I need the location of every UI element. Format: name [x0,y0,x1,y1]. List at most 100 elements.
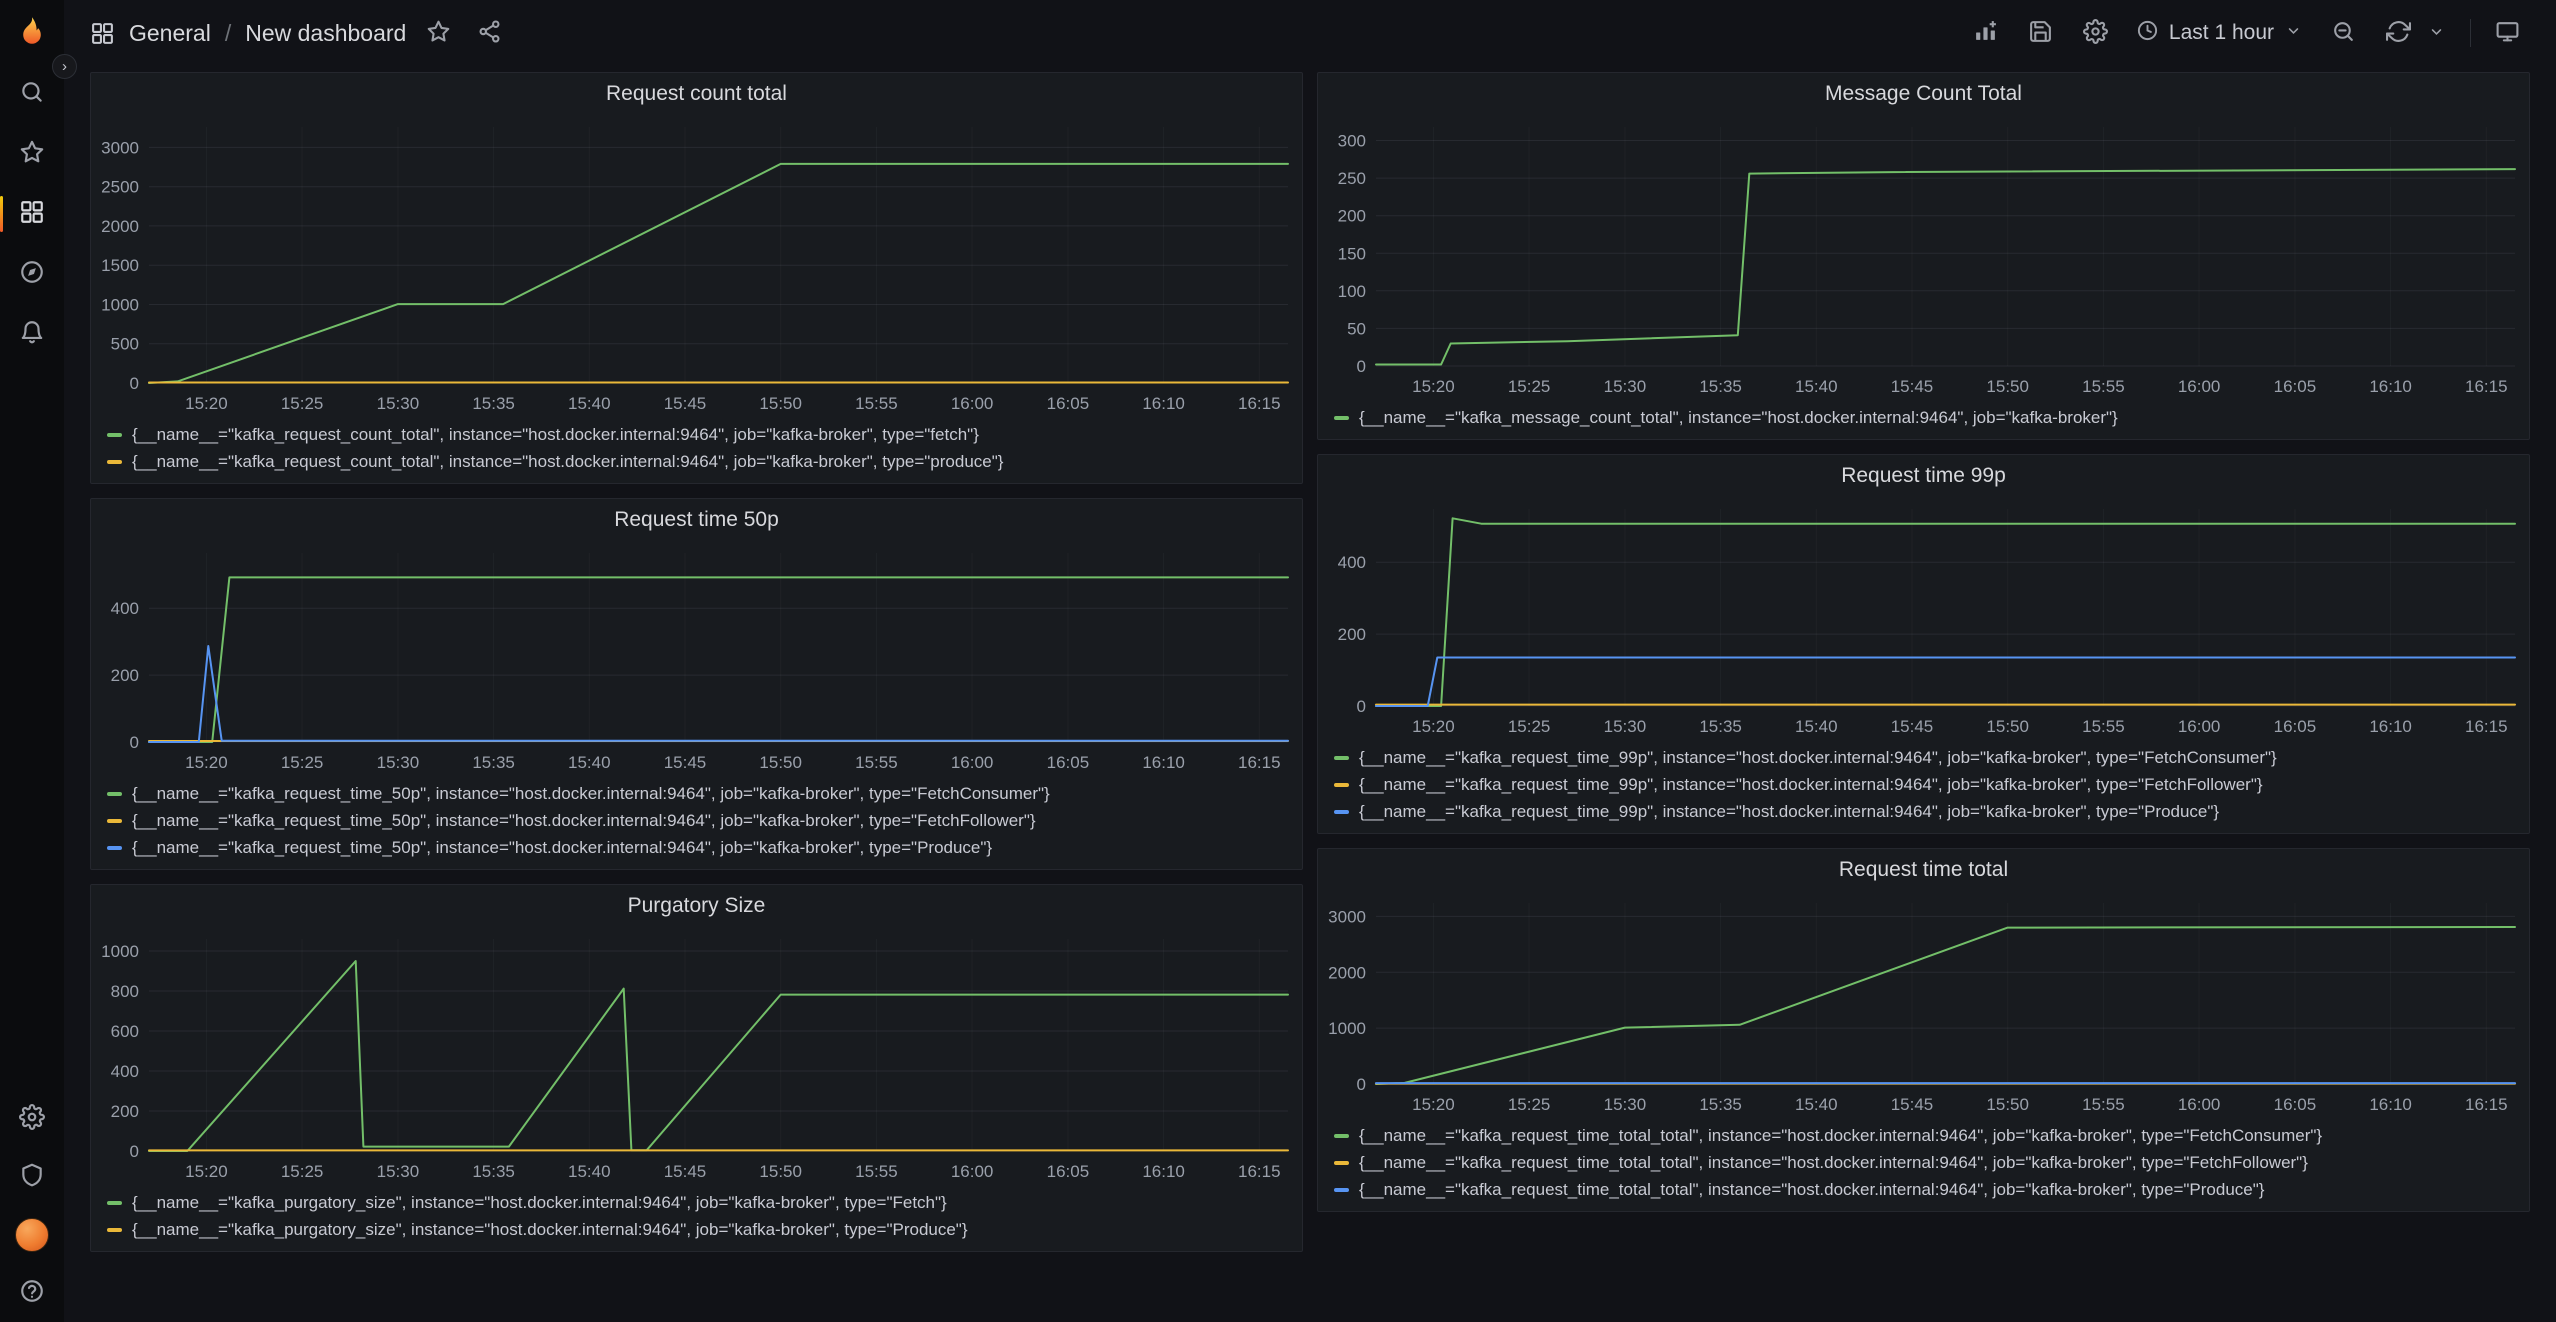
sidebar-item-help[interactable] [0,1264,64,1322]
grafana-logo[interactable] [0,0,64,64]
sidebar-item-dashboards[interactable] [0,184,64,244]
svg-text:15:40: 15:40 [568,394,611,413]
svg-text:200: 200 [111,666,139,685]
dashboard-grid: Request count total 15:2015:2515:3015:35… [64,66,2556,1322]
series-label: {__name__="kafka_request_time_50p", inst… [132,811,1036,831]
svg-text:2500: 2500 [101,178,139,197]
panel-title[interactable]: Request time 50p [91,499,1302,541]
time-series-chart[interactable]: 15:2015:2515:3015:3515:4015:4515:5015:55… [91,541,1302,778]
gear-icon [19,1104,45,1135]
svg-text:15:20: 15:20 [1412,1095,1455,1114]
svg-text:15:30: 15:30 [377,1162,420,1181]
grafana-app: › General / New dashboard [0,0,2556,1322]
svg-text:15:40: 15:40 [1795,1095,1838,1114]
legend-item[interactable]: {__name__="kafka_request_count_total", i… [107,421,1286,448]
favorite-star-button[interactable] [420,13,457,53]
svg-text:15:30: 15:30 [1604,377,1647,396]
series-color-swatch [1334,416,1349,420]
breadcrumb-folder[interactable]: General [129,20,211,47]
tv-mode-button[interactable] [2489,13,2526,53]
legend-item[interactable]: {__name__="kafka_request_time_total_tota… [1334,1122,2513,1149]
series-color-swatch [107,1228,122,1232]
panel-request-time-total: Request time total 15:2015:2515:3015:351… [1317,848,2530,1212]
breadcrumb: General / New dashboard [90,13,508,53]
refresh-interval-dropdown[interactable] [2421,16,2452,50]
time-series-chart[interactable]: 15:2015:2515:3015:3515:4015:4515:5015:55… [1318,891,2529,1120]
star-icon [19,139,45,170]
legend-item[interactable]: {__name__="kafka_purgatory_size", instan… [107,1189,1286,1216]
legend: {__name__="kafka_request_time_99p", inst… [1318,742,2529,825]
legend-item[interactable]: {__name__="kafka_request_time_50p", inst… [107,807,1286,834]
svg-text:15:45: 15:45 [1891,717,1934,736]
sidebar-bottom-group [0,1090,64,1322]
series-label: {__name__="kafka_request_time_total_tota… [1359,1153,2308,1173]
breadcrumb-dashboard-title[interactable]: New dashboard [245,20,406,47]
sidebar-item-server-admin[interactable] [0,1148,64,1206]
svg-text:16:15: 16:15 [1238,753,1281,772]
add-panel-button[interactable] [1967,13,2004,53]
legend-item[interactable]: {__name__="kafka_request_time_99p", inst… [1334,771,2513,798]
time-series-chart[interactable]: 15:2015:2515:3015:3515:4015:4515:5015:55… [91,115,1302,419]
legend-item[interactable]: {__name__="kafka_message_count_total", i… [1334,404,2513,431]
svg-text:15:55: 15:55 [855,1162,898,1181]
svg-text:15:35: 15:35 [1699,717,1742,736]
legend-item[interactable]: {__name__="kafka_purgatory_size", instan… [107,1216,1286,1243]
legend-item[interactable]: {__name__="kafka_request_time_99p", inst… [1334,798,2513,825]
sidebar-item-profile[interactable] [0,1206,64,1264]
zoom-out-button[interactable] [2325,13,2362,53]
svg-text:600: 600 [111,1022,139,1041]
svg-text:16:05: 16:05 [1047,753,1090,772]
svg-text:16:15: 16:15 [1238,1162,1281,1181]
svg-text:100: 100 [1338,282,1366,301]
series-color-swatch [107,846,122,850]
panel-title[interactable]: Request count total [91,73,1302,115]
dashboard-header: General / New dashboard [64,0,2556,66]
sidebar-item-explore[interactable] [0,244,64,304]
save-dashboard-button[interactable] [2022,13,2059,53]
svg-text:200: 200 [1338,207,1366,226]
svg-text:15:55: 15:55 [855,394,898,413]
refresh-button[interactable] [2380,13,2417,53]
svg-text:15:50: 15:50 [759,753,802,772]
legend-item[interactable]: {__name__="kafka_request_time_total_tota… [1334,1149,2513,1176]
svg-text:400: 400 [1338,553,1366,572]
dashboard-settings-button[interactable] [2077,13,2114,53]
svg-text:15:35: 15:35 [472,1162,515,1181]
svg-text:15:25: 15:25 [281,1162,324,1181]
avatar [15,1218,49,1252]
legend-item[interactable]: {__name__="kafka_request_time_99p", inst… [1334,744,2513,771]
svg-text:200: 200 [1338,625,1366,644]
legend-item[interactable]: {__name__="kafka_request_time_50p", inst… [107,780,1286,807]
panel-title[interactable]: Purgatory Size [91,885,1302,927]
svg-text:15:50: 15:50 [1986,377,2029,396]
panel-title[interactable]: Message Count Total [1318,73,2529,115]
time-series-chart[interactable]: 15:2015:2515:3015:3515:4015:4515:5015:55… [1318,497,2529,742]
time-series-chart[interactable]: 15:2015:2515:3015:3515:4015:4515:5015:55… [1318,115,2529,402]
svg-text:2000: 2000 [101,217,139,236]
sidebar-item-alerting[interactable] [0,304,64,364]
toolbar-divider [2470,19,2471,47]
sidebar-item-configuration[interactable] [0,1090,64,1148]
series-color-swatch [1334,810,1349,814]
time-series-chart[interactable]: 15:2015:2515:3015:3515:4015:4515:5015:55… [91,927,1302,1187]
svg-text:50: 50 [1347,319,1366,338]
svg-text:15:20: 15:20 [185,1162,228,1181]
right-column: Message Count Total 15:2015:2515:3015:35… [1317,72,2530,1212]
share-dashboard-button[interactable] [471,13,508,53]
svg-text:15:35: 15:35 [472,394,515,413]
time-range-picker[interactable]: Last 1 hour [2132,13,2307,54]
svg-text:15:45: 15:45 [664,394,707,413]
sidebar-item-starred[interactable] [0,124,64,184]
series-label: {__name__="kafka_message_count_total", i… [1359,408,2118,428]
panel-title[interactable]: Request time 99p [1318,455,2529,497]
legend: {__name__="kafka_purgatory_size", instan… [91,1187,1302,1243]
sidebar-expand-button[interactable]: › [52,54,77,79]
svg-text:400: 400 [111,599,139,618]
legend: {__name__="kafka_request_time_50p", inst… [91,778,1302,861]
legend-item[interactable]: {__name__="kafka_request_count_total", i… [107,448,1286,475]
svg-text:15:40: 15:40 [1795,717,1838,736]
legend-item[interactable]: {__name__="kafka_request_time_50p", inst… [107,834,1286,861]
svg-text:15:45: 15:45 [1891,1095,1934,1114]
legend-item[interactable]: {__name__="kafka_request_time_total_tota… [1334,1176,2513,1203]
panel-title[interactable]: Request time total [1318,849,2529,891]
